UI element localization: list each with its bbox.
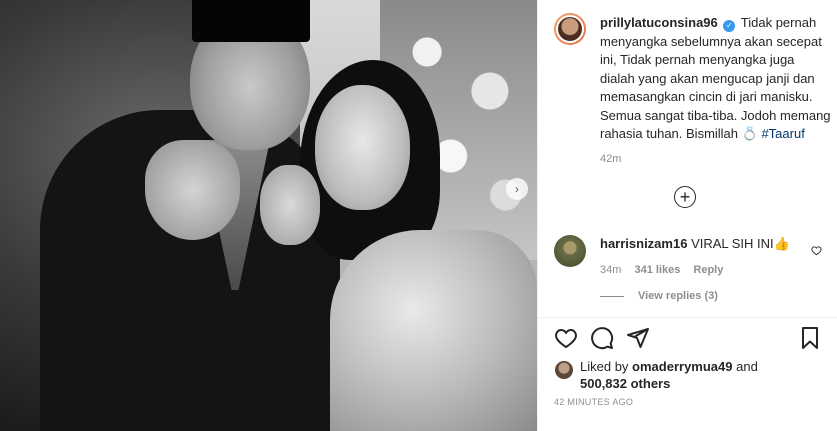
liked-by-row: Liked by omaderrymua49 and 500,832 other… (554, 358, 822, 394)
post-timestamp[interactable]: 42 MINUTES AGO (554, 397, 633, 407)
view-replies-button[interactable]: View replies (3) (600, 290, 822, 302)
comment-icon[interactable] (590, 326, 614, 350)
share-icon[interactable] (626, 326, 650, 350)
avatar[interactable] (554, 235, 586, 267)
replies-divider (600, 295, 624, 297)
comment-meta: 34m 341 likes Reply (600, 264, 822, 276)
comment-text-block: harrisnizam16 VIRAL SIH INI👍 (600, 235, 822, 253)
view-replies-label: View replies (3) (638, 290, 718, 302)
comment-username[interactable]: harrisnizam16 (600, 236, 687, 251)
caption-hashtag[interactable]: #Taaruf (761, 126, 804, 141)
plus-circle-icon[interactable]: + (674, 186, 696, 208)
post-caption: prillylatuconsina96 ✓ Tidak pernah menya… (538, 0, 837, 220)
photo-man-hand (145, 140, 240, 240)
post-side-panel: prillylatuconsina96 ✓ Tidak pernah menya… (537, 0, 837, 431)
verified-badge-icon: ✓ (723, 20, 736, 32)
comment-likes[interactable]: 341 likes (634, 264, 680, 276)
photo-woman-face (315, 85, 410, 210)
caption-time: 42m (600, 153, 622, 165)
photo-woman-dress (330, 230, 537, 431)
liked-by-text: Liked by omaderrymua49 and 500,832 other… (580, 358, 822, 392)
post-actions: Liked by omaderrymua49 and 500,832 other… (538, 317, 837, 431)
liked-by-prefix: Liked by (580, 359, 629, 374)
action-icons-row (554, 318, 822, 358)
photo-man-hat (192, 0, 310, 42)
caption-text-block: prillylatuconsina96 ✓ Tidak pernah menya… (600, 14, 832, 144)
heart-icon[interactable] (554, 326, 578, 350)
comment-text: VIRAL SIH INI👍 (691, 236, 790, 251)
liked-by-and: and (736, 359, 758, 374)
post-photo[interactable]: › (0, 0, 537, 431)
liked-by-user[interactable]: omaderrymua49 (632, 359, 732, 374)
reply-button[interactable]: Reply (693, 264, 723, 276)
comment-time: 34m (600, 264, 622, 276)
bookmark-icon[interactable] (798, 326, 822, 350)
chevron-right-icon[interactable]: › (506, 178, 528, 200)
avatar[interactable] (554, 13, 586, 45)
caption-username[interactable]: prillylatuconsina96 (600, 15, 718, 30)
caption-body: Tidak pernah menyangka sebelumnya akan s… (600, 15, 831, 141)
avatar[interactable] (554, 360, 574, 380)
liked-by-others[interactable]: 500,832 others (580, 376, 670, 391)
comment-item: harrisnizam16 VIRAL SIH INI👍 34m 341 lik… (554, 235, 822, 302)
comment-heart-icon[interactable] (811, 245, 822, 259)
photo-woman-hand (260, 165, 320, 245)
